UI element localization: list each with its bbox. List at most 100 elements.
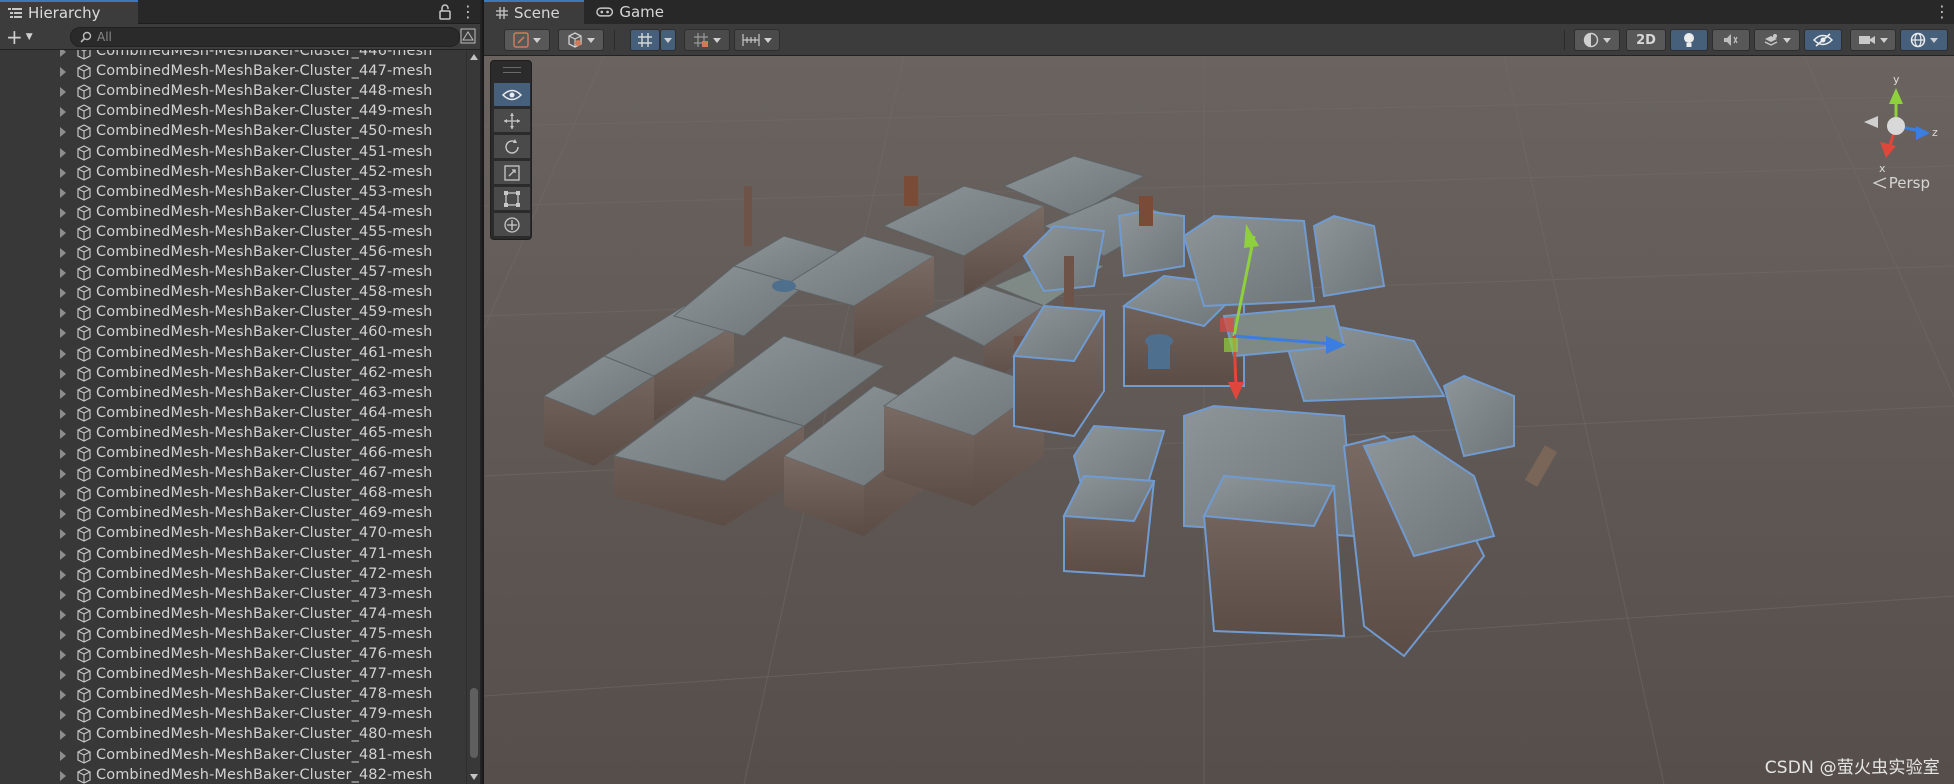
expand-arrow-icon[interactable] bbox=[60, 750, 66, 761]
expand-arrow-icon[interactable] bbox=[60, 368, 66, 379]
toggle-2d-button[interactable]: 2D bbox=[1626, 29, 1666, 51]
scene-viewport[interactable]: y z x Persp CSDN @萤火虫实验室 bbox=[484, 56, 1954, 784]
gizmos-button[interactable] bbox=[1900, 29, 1948, 51]
hierarchy-row[interactable]: CombinedMesh-MeshBaker-Cluster_464-mesh bbox=[0, 404, 466, 424]
expand-arrow-icon[interactable] bbox=[60, 770, 66, 781]
expand-arrow-icon[interactable] bbox=[60, 107, 66, 118]
expand-arrow-icon[interactable] bbox=[60, 589, 66, 600]
hierarchy-row[interactable]: CombinedMesh-MeshBaker-Cluster_477-mesh bbox=[0, 665, 466, 685]
hierarchy-row[interactable]: CombinedMesh-MeshBaker-Cluster_480-mesh bbox=[0, 725, 466, 745]
palette-grip-icon[interactable] bbox=[503, 67, 521, 73]
hierarchy-row[interactable]: CombinedMesh-MeshBaker-Cluster_447-mesh bbox=[0, 62, 466, 82]
hierarchy-row[interactable]: CombinedMesh-MeshBaker-Cluster_476-mesh bbox=[0, 645, 466, 665]
rotate-tool-button[interactable] bbox=[494, 135, 530, 159]
projection-toggle[interactable]: Persp bbox=[1872, 174, 1930, 192]
view-tool-button[interactable] bbox=[494, 83, 530, 107]
scale-tool-button[interactable] bbox=[494, 161, 530, 185]
hierarchy-row[interactable]: CombinedMesh-MeshBaker-Cluster_455-mesh bbox=[0, 223, 466, 243]
hierarchy-menu-icon[interactable]: ⋮ bbox=[460, 3, 476, 21]
hierarchy-row[interactable]: CombinedMesh-MeshBaker-Cluster_450-mesh bbox=[0, 122, 466, 142]
hierarchy-row[interactable]: CombinedMesh-MeshBaker-Cluster_469-mesh bbox=[0, 504, 466, 524]
hierarchy-row[interactable]: CombinedMesh-MeshBaker-Cluster_446-mesh bbox=[0, 50, 466, 62]
hierarchy-row[interactable]: CombinedMesh-MeshBaker-Cluster_463-mesh bbox=[0, 384, 466, 404]
add-object-button[interactable]: + ▼ bbox=[6, 27, 40, 47]
hierarchy-row[interactable]: CombinedMesh-MeshBaker-Cluster_451-mesh bbox=[0, 143, 466, 163]
hierarchy-row[interactable]: CombinedMesh-MeshBaker-Cluster_471-mesh bbox=[0, 545, 466, 565]
expand-arrow-icon[interactable] bbox=[60, 248, 66, 258]
scroll-down-icon[interactable] bbox=[470, 774, 478, 780]
hierarchy-row[interactable]: CombinedMesh-MeshBaker-Cluster_462-mesh bbox=[0, 364, 466, 384]
expand-arrow-icon[interactable] bbox=[60, 67, 66, 78]
increment-snap-button[interactable] bbox=[684, 29, 730, 51]
audio-toggle-button[interactable] bbox=[1712, 29, 1750, 51]
expand-arrow-icon[interactable] bbox=[60, 388, 66, 399]
expand-arrow-icon[interactable] bbox=[60, 167, 66, 178]
effects-button[interactable] bbox=[1754, 29, 1800, 51]
hierarchy-search[interactable] bbox=[70, 27, 460, 47]
hierarchy-row[interactable]: CombinedMesh-MeshBaker-Cluster_457-mesh bbox=[0, 263, 466, 283]
search-input[interactable] bbox=[97, 28, 427, 46]
hierarchy-row[interactable]: CombinedMesh-MeshBaker-Cluster_467-mesh bbox=[0, 464, 466, 484]
expand-arrow-icon[interactable] bbox=[60, 489, 66, 500]
hierarchy-row[interactable]: CombinedMesh-MeshBaker-Cluster_478-mesh bbox=[0, 685, 466, 705]
expand-arrow-icon[interactable] bbox=[60, 147, 66, 158]
expand-arrow-icon[interactable] bbox=[60, 629, 66, 640]
expand-arrow-icon[interactable] bbox=[60, 50, 66, 57]
expand-arrow-icon[interactable] bbox=[60, 710, 66, 721]
expand-arrow-icon[interactable] bbox=[60, 207, 66, 218]
hierarchy-tab[interactable]: Hierarchy bbox=[0, 0, 138, 24]
hierarchy-scrollbar[interactable] bbox=[466, 50, 480, 784]
grid-snap-button[interactable] bbox=[630, 29, 660, 51]
expand-arrow-icon[interactable] bbox=[60, 529, 66, 540]
orientation-gizmo[interactable]: y z x bbox=[1850, 70, 1942, 220]
hierarchy-row[interactable]: CombinedMesh-MeshBaker-Cluster_456-mesh bbox=[0, 243, 466, 263]
tool-handle-button[interactable] bbox=[504, 29, 550, 51]
hierarchy-row[interactable]: CombinedMesh-MeshBaker-Cluster_482-mesh bbox=[0, 766, 466, 784]
expand-arrow-icon[interactable] bbox=[60, 288, 66, 299]
hierarchy-row[interactable]: CombinedMesh-MeshBaker-Cluster_452-mesh bbox=[0, 163, 466, 183]
move-tool-button[interactable] bbox=[494, 109, 530, 133]
hierarchy-row[interactable]: CombinedMesh-MeshBaker-Cluster_453-mesh bbox=[0, 183, 466, 203]
transform-tool-button[interactable] bbox=[494, 213, 530, 237]
hierarchy-row[interactable]: CombinedMesh-MeshBaker-Cluster_481-mesh bbox=[0, 746, 466, 766]
hierarchy-row[interactable]: CombinedMesh-MeshBaker-Cluster_472-mesh bbox=[0, 565, 466, 585]
expand-arrow-icon[interactable] bbox=[60, 569, 66, 580]
hierarchy-row[interactable]: CombinedMesh-MeshBaker-Cluster_473-mesh bbox=[0, 585, 466, 605]
global-local-button[interactable] bbox=[558, 29, 604, 51]
scroll-up-icon[interactable] bbox=[470, 54, 478, 60]
scene-menu-icon[interactable]: ⋮ bbox=[1934, 3, 1950, 21]
expand-arrow-icon[interactable] bbox=[60, 227, 66, 238]
ruler-button[interactable] bbox=[734, 29, 780, 51]
hierarchy-row[interactable]: CombinedMesh-MeshBaker-Cluster_474-mesh bbox=[0, 605, 466, 625]
expand-arrow-icon[interactable] bbox=[60, 127, 66, 138]
grid-snap-dropdown[interactable] bbox=[660, 29, 676, 51]
lock-icon[interactable] bbox=[436, 3, 454, 21]
hierarchy-row[interactable]: CombinedMesh-MeshBaker-Cluster_475-mesh bbox=[0, 625, 466, 645]
hierarchy-row[interactable]: CombinedMesh-MeshBaker-Cluster_458-mesh bbox=[0, 283, 466, 303]
hierarchy-row[interactable]: CombinedMesh-MeshBaker-Cluster_461-mesh bbox=[0, 344, 466, 364]
expand-arrow-icon[interactable] bbox=[60, 268, 66, 279]
expand-arrow-icon[interactable] bbox=[60, 650, 66, 660]
scene-visibility-icon[interactable] bbox=[460, 28, 476, 44]
expand-arrow-icon[interactable] bbox=[60, 348, 66, 359]
hierarchy-row[interactable]: CombinedMesh-MeshBaker-Cluster_479-mesh bbox=[0, 705, 466, 725]
hierarchy-row[interactable]: CombinedMesh-MeshBaker-Cluster_470-mesh bbox=[0, 524, 466, 544]
hierarchy-row[interactable]: CombinedMesh-MeshBaker-Cluster_466-mesh bbox=[0, 444, 466, 464]
hierarchy-row[interactable]: CombinedMesh-MeshBaker-Cluster_459-mesh bbox=[0, 303, 466, 323]
tab-game[interactable]: Game bbox=[584, 0, 664, 24]
shading-mode-button[interactable] bbox=[1574, 29, 1620, 51]
expand-arrow-icon[interactable] bbox=[60, 187, 66, 198]
expand-arrow-icon[interactable] bbox=[60, 609, 66, 620]
expand-arrow-icon[interactable] bbox=[60, 428, 66, 439]
expand-arrow-icon[interactable] bbox=[60, 408, 66, 419]
expand-arrow-icon[interactable] bbox=[60, 549, 66, 560]
scrollbar-thumb[interactable] bbox=[470, 688, 478, 758]
expand-arrow-icon[interactable] bbox=[60, 449, 66, 459]
hierarchy-row[interactable]: CombinedMesh-MeshBaker-Cluster_448-mesh bbox=[0, 82, 466, 102]
tab-scene[interactable]: Scene bbox=[484, 0, 584, 24]
expand-arrow-icon[interactable] bbox=[60, 328, 66, 339]
expand-arrow-icon[interactable] bbox=[60, 308, 66, 319]
expand-arrow-icon[interactable] bbox=[60, 690, 66, 701]
hierarchy-row[interactable]: CombinedMesh-MeshBaker-Cluster_449-mesh bbox=[0, 102, 466, 122]
hierarchy-row[interactable]: CombinedMesh-MeshBaker-Cluster_460-mesh bbox=[0, 323, 466, 343]
